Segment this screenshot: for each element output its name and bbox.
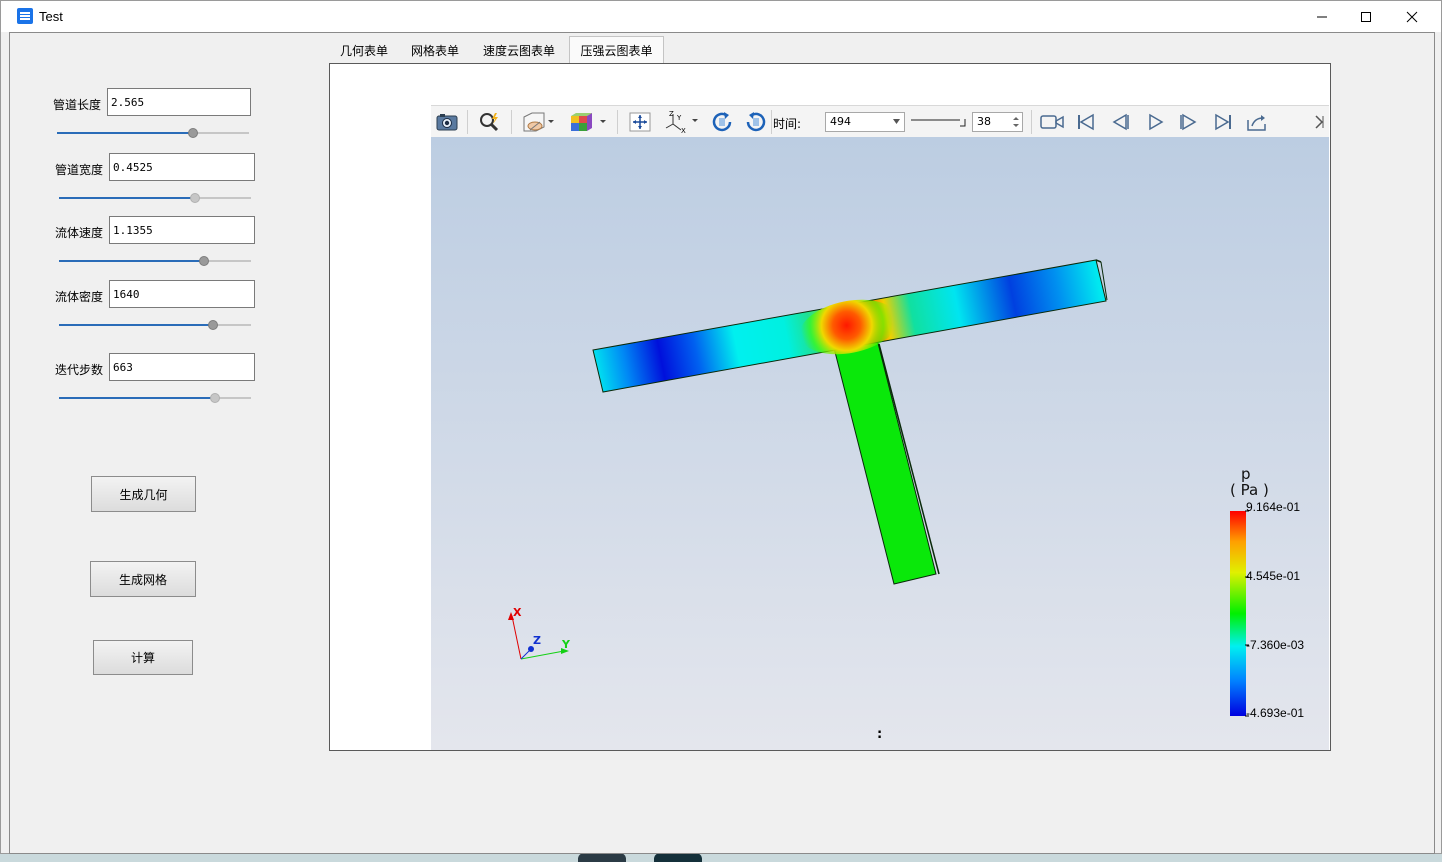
tab-pressure-contour-form[interactable]: 压强云图表单 bbox=[569, 36, 664, 64]
axis-x-label: X bbox=[513, 606, 522, 619]
toolbar-separator bbox=[467, 110, 468, 134]
slider-fill bbox=[59, 324, 213, 326]
svg-text:Y: Y bbox=[676, 114, 682, 122]
time-step-spinbox[interactable]: 38 bbox=[972, 112, 1023, 132]
pipe-width-label: 管道宽度 bbox=[55, 163, 104, 177]
toolbar-separator bbox=[1031, 110, 1032, 134]
close-icon bbox=[1406, 11, 1418, 22]
iteration-steps-input[interactable] bbox=[109, 353, 255, 381]
fluid-density-input[interactable] bbox=[109, 280, 255, 308]
fluid-velocity-input[interactable] bbox=[109, 216, 255, 244]
slider-fill bbox=[59, 260, 204, 262]
camera-icon[interactable] bbox=[434, 110, 460, 134]
slider-fill bbox=[59, 197, 195, 199]
color-legend-bar bbox=[1230, 511, 1246, 716]
slider-handle[interactable] bbox=[199, 256, 209, 266]
time-select-value: 494 bbox=[830, 115, 851, 128]
fluid-density-slider[interactable] bbox=[59, 319, 251, 331]
slider-handle[interactable] bbox=[210, 393, 220, 403]
slider-fill bbox=[59, 397, 215, 399]
svg-text:Z: Z bbox=[669, 110, 674, 118]
pipe-width-input[interactable] bbox=[109, 153, 255, 181]
slider-fill bbox=[57, 132, 193, 134]
tab-velocity-contour-form[interactable]: 速度云图表单 bbox=[474, 36, 564, 64]
record-icon[interactable] bbox=[1039, 110, 1065, 134]
tab-mesh-form[interactable]: 网格表单 bbox=[402, 36, 468, 64]
legend-label: 4.545e-01 bbox=[1246, 569, 1301, 583]
generate-mesh-button[interactable]: 生成网格 bbox=[90, 561, 196, 597]
first-frame-icon[interactable] bbox=[1073, 110, 1099, 134]
time-step-value: 38 bbox=[977, 115, 991, 128]
toolbar-separator bbox=[771, 110, 772, 134]
slider-handle[interactable] bbox=[208, 320, 218, 330]
fluid-velocity-label: 流体速度 bbox=[55, 226, 104, 240]
legend-label-min: -4.693e-01 bbox=[1246, 706, 1305, 720]
rotate-cw-icon[interactable] bbox=[709, 110, 735, 134]
time-select[interactable]: 494 bbox=[825, 112, 905, 132]
slider-handle[interactable] bbox=[188, 128, 198, 138]
pipe-width-slider[interactable] bbox=[59, 192, 251, 204]
axis-y-label: Y bbox=[561, 638, 571, 651]
orientation-axes: X Y Z bbox=[508, 606, 571, 660]
legend-label: -7.360e-03 bbox=[1246, 638, 1305, 652]
prev-frame-icon[interactable] bbox=[1107, 110, 1133, 134]
pressure-contour-render: X Y Z bbox=[508, 259, 1249, 717]
close-button[interactable] bbox=[1389, 1, 1435, 32]
rotate-ccw-icon[interactable] bbox=[743, 110, 769, 134]
tab-geometry-form[interactable]: 几何表单 bbox=[331, 36, 397, 64]
toolbar-separator bbox=[511, 110, 512, 134]
play-icon[interactable] bbox=[1142, 110, 1168, 134]
fluid-density-label: 流体密度 bbox=[55, 290, 104, 304]
legend-label-max: 9.164e-01 bbox=[1246, 500, 1301, 514]
iteration-steps-label: 迭代步数 bbox=[55, 363, 104, 377]
viewer-toolbar: ZYX 时间: 494 38 bbox=[431, 105, 1329, 137]
svg-text:X: X bbox=[681, 127, 686, 134]
iteration-steps-slider[interactable] bbox=[59, 392, 251, 404]
spin-arrows-icon[interactable] bbox=[1013, 116, 1019, 128]
time-label: 时间: bbox=[773, 117, 802, 131]
axes-icon[interactable]: ZYX bbox=[663, 110, 699, 134]
legend-unit: ( Pa ) bbox=[1230, 481, 1269, 499]
time-step-slider[interactable] bbox=[911, 116, 966, 127]
color-cube-icon[interactable] bbox=[568, 110, 608, 134]
viewport-status-text: : bbox=[877, 727, 883, 742]
last-frame-icon[interactable] bbox=[1210, 110, 1236, 134]
app-icon bbox=[17, 8, 33, 24]
title-bar[interactable]: Test bbox=[1, 1, 1441, 32]
axis-z-label: Z bbox=[533, 634, 541, 647]
maximize-icon bbox=[1361, 11, 1371, 22]
generate-geometry-button[interactable]: 生成几何 bbox=[91, 476, 196, 512]
maximize-button[interactable] bbox=[1343, 1, 1389, 32]
pipe-length-slider[interactable] bbox=[57, 127, 249, 139]
slider-handle[interactable] bbox=[190, 193, 200, 203]
minimize-button[interactable] bbox=[1299, 1, 1345, 32]
chevron-down-icon bbox=[893, 119, 900, 124]
toolbar-separator bbox=[617, 110, 618, 134]
taskbar-app-icon[interactable] bbox=[654, 853, 702, 862]
taskbar-app-icon[interactable] bbox=[578, 853, 626, 862]
compute-button[interactable]: 计算 bbox=[93, 640, 193, 675]
pipe-length-label: 管道长度 bbox=[53, 98, 102, 112]
next-frame-icon[interactable] bbox=[1176, 110, 1202, 134]
pipe-length-input[interactable] bbox=[107, 88, 251, 116]
visibility-icon[interactable] bbox=[521, 110, 555, 134]
window-title: Test bbox=[39, 9, 63, 24]
export-icon[interactable] bbox=[1244, 110, 1270, 134]
toolbar-overflow-icon[interactable] bbox=[1311, 110, 1327, 134]
zoom-icon[interactable] bbox=[477, 110, 503, 134]
fluid-velocity-slider[interactable] bbox=[59, 255, 251, 267]
minimize-icon bbox=[1317, 16, 1327, 17]
render-viewport[interactable]: X Y Z p ( Pa ) 9.164e-01 4.545e-01 -7.36… bbox=[431, 137, 1329, 750]
reset-camera-icon[interactable] bbox=[627, 110, 653, 134]
